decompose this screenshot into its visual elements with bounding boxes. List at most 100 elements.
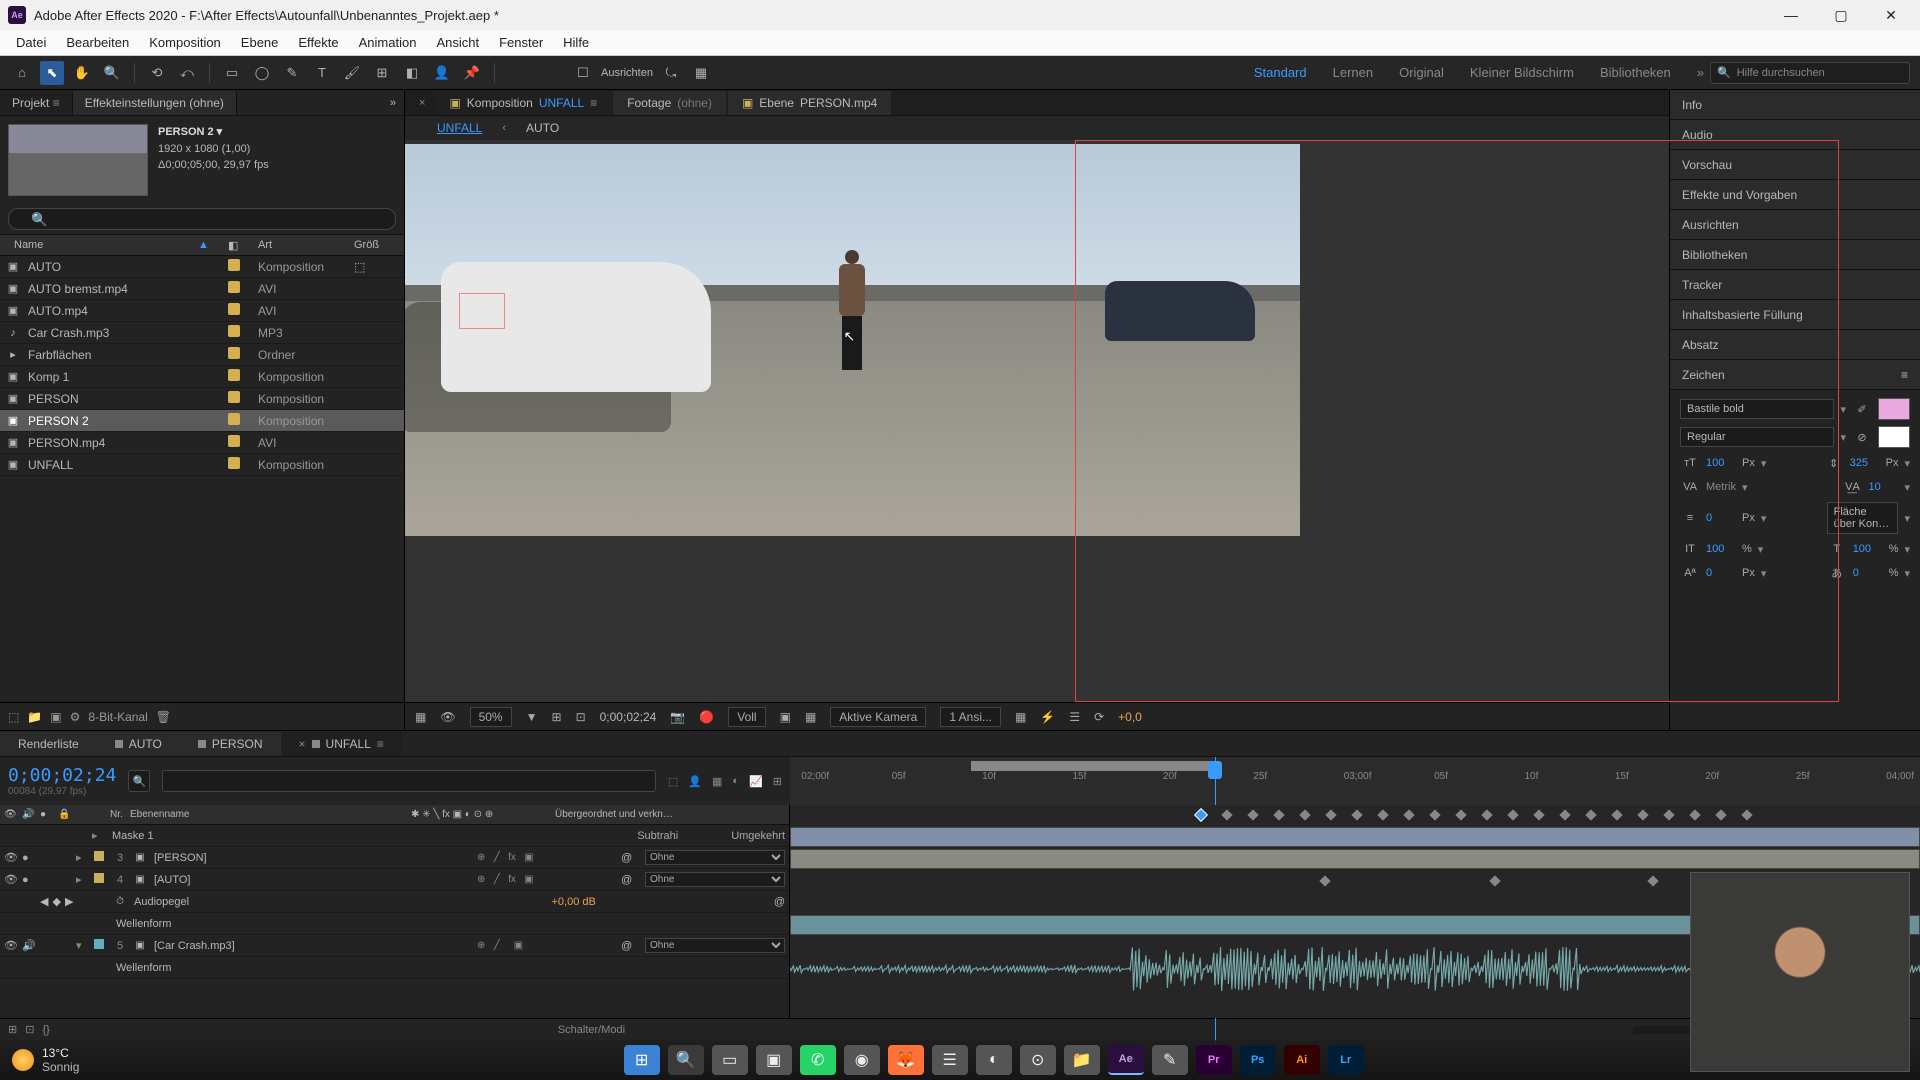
menu-file[interactable]: Datei (6, 31, 56, 54)
frame-blend-icon[interactable]: ▦ (712, 775, 722, 788)
snap-options-icon[interactable]: ⤿ (659, 61, 683, 85)
layer-row[interactable]: Wellenform (0, 913, 789, 935)
keyframe[interactable] (1319, 875, 1330, 886)
resolution-icon[interactable]: ▼ (526, 710, 538, 724)
taskbar-app[interactable]: ☰ (932, 1045, 968, 1075)
menu-animation[interactable]: Animation (349, 31, 427, 54)
timeline-search-input[interactable] (162, 770, 656, 792)
tsume-value[interactable]: 0 (1853, 567, 1883, 579)
timeline-tab[interactable]: × UNFALL ≡ (281, 732, 402, 756)
guides-icon[interactable]: ⊡ (576, 710, 586, 724)
menu-help[interactable]: Hilfe (553, 31, 599, 54)
project-item[interactable]: ▣ PERSON Komposition (0, 388, 404, 410)
project-item[interactable]: ▣ Komp 1 Komposition (0, 366, 404, 388)
parent-select[interactable]: Ohne (645, 872, 785, 887)
stroke-color-swatch[interactable] (1878, 426, 1910, 448)
grid-icon[interactable]: ⊞ (552, 710, 562, 724)
item-label-color[interactable] (228, 325, 258, 340)
keyframe[interactable] (1507, 809, 1518, 820)
current-time[interactable]: 0;00;02;24 (600, 710, 657, 724)
timeline-search-icon[interactable]: 🔍 (128, 770, 150, 792)
tab-project[interactable]: Projekt ≡ (0, 91, 73, 115)
minimize-button[interactable]: ― (1782, 6, 1800, 24)
fill-color-swatch[interactable] (1878, 398, 1910, 420)
mask-toggle-icon[interactable]: 👁 (440, 710, 455, 724)
property-value[interactable]: +0,00 dB (551, 896, 595, 908)
project-item[interactable]: ▸ Farbflächen Ordner (0, 344, 404, 366)
taskbar-app[interactable]: ▣ (756, 1045, 792, 1075)
keyframe[interactable] (1637, 809, 1648, 820)
project-settings-icon[interactable]: ⚙ (70, 710, 81, 724)
menu-view[interactable]: Ansicht (426, 31, 489, 54)
expand-arrow[interactable]: ▸ (76, 851, 90, 864)
workspace-smallscreen[interactable]: Kleiner Bildschirm (1470, 65, 1574, 80)
font-family-select[interactable]: Bastile bold (1680, 399, 1834, 419)
timeline-tab[interactable]: Renderliste (0, 732, 97, 756)
menu-window[interactable]: Fenster (489, 31, 553, 54)
workspace-overflow-icon[interactable]: » (1697, 65, 1704, 80)
keyframe[interactable] (1481, 809, 1492, 820)
help-search[interactable]: 🔍 Hilfe durchsuchen (1710, 62, 1910, 84)
panel-character[interactable]: Zeichen≡ (1670, 360, 1920, 390)
panel-preview[interactable]: Vorschau (1670, 150, 1920, 180)
font-size[interactable]: 100 (1706, 457, 1736, 469)
item-label-color[interactable] (228, 347, 258, 362)
keyframe[interactable] (1299, 809, 1310, 820)
item-label-color[interactable] (228, 391, 258, 406)
workspace-libraries[interactable]: Bibliotheken (1600, 65, 1671, 80)
parent-select[interactable]: Ohne (645, 850, 785, 865)
panel-paragraph[interactable]: Absatz (1670, 330, 1920, 360)
menu-layer[interactable]: Ebene (231, 31, 289, 54)
work-area-bar[interactable] (971, 761, 1220, 771)
taskbar-app[interactable]: Pr (1196, 1045, 1232, 1075)
audio-toggle[interactable]: ● (22, 874, 36, 886)
snapshot-icon[interactable]: 📷 (670, 710, 685, 724)
keyframe[interactable] (1533, 809, 1544, 820)
brush-tool[interactable]: 🖌 (340, 61, 364, 85)
snap-checkbox[interactable]: ☐ (571, 61, 595, 85)
workspace-learn[interactable]: Lernen (1333, 65, 1373, 80)
workspace-standard[interactable]: Standard (1254, 65, 1307, 80)
keyframe[interactable] (1689, 809, 1700, 820)
rect-tool[interactable]: ▭ (220, 61, 244, 85)
maximize-button[interactable]: ▢ (1832, 6, 1850, 24)
tracker-region[interactable] (459, 293, 505, 329)
kerning-value[interactable]: Metrik (1706, 481, 1736, 493)
layer-row[interactable]: 👁 ● ▸ 4 ▣ [AUTO] ⊕ ╱ fx ▣ @ Ohne (0, 869, 789, 891)
keyframe[interactable] (1489, 875, 1500, 886)
timeline-tab[interactable]: PERSON (180, 732, 281, 756)
switches-modes-label[interactable]: Schalter/Modi (558, 1024, 625, 1036)
font-style-select[interactable]: Regular (1680, 427, 1834, 447)
new-comp-icon[interactable]: ▣ (50, 710, 61, 724)
zoom-tool[interactable]: 🔍 (100, 61, 124, 85)
taskbar-app[interactable]: Ae (1108, 1045, 1144, 1075)
keyframe[interactable] (1195, 809, 1206, 820)
comp-mini-flowchart-icon[interactable]: ⬚ (668, 775, 678, 788)
keyframe[interactable] (1585, 809, 1596, 820)
layer-row[interactable]: ◀◆▶ ⏱ Audiopegel +0,00 dB @ (0, 891, 789, 913)
keyframe[interactable] (1221, 809, 1232, 820)
taskbar-app[interactable]: 🦊 (888, 1045, 924, 1075)
audio-toggle[interactable]: ● (22, 852, 36, 864)
panel-tracker[interactable]: Tracker (1670, 270, 1920, 300)
workspace-original[interactable]: Original (1399, 65, 1444, 80)
taskbar-app[interactable]: 📁 (1064, 1045, 1100, 1075)
alpha-toggle-icon[interactable]: ▦ (415, 710, 426, 724)
keyframe[interactable] (1273, 809, 1284, 820)
hand-tool[interactable]: ✋ (70, 61, 94, 85)
panel-collapse-icon[interactable]: » (382, 97, 404, 109)
subtab-auto[interactable]: AUTO (512, 118, 573, 138)
timeline-timecode[interactable]: 0;00;02;24 (8, 765, 116, 786)
roto-tool[interactable]: 👤 (430, 61, 454, 85)
stamp-tool[interactable]: ⊞ (370, 61, 394, 85)
next-keyframe-icon[interactable]: ▶ (65, 895, 73, 908)
item-label-color[interactable] (228, 303, 258, 318)
keyframe[interactable] (1377, 809, 1388, 820)
rotate-tool[interactable]: ⤺ (175, 61, 199, 85)
nofill-icon[interactable]: ⊘ (1852, 428, 1872, 446)
project-item[interactable]: ▣ AUTO bremst.mp4 AVI (0, 278, 404, 300)
bit-depth[interactable]: 8-Bit-Kanal (88, 710, 147, 724)
keyframe[interactable] (1403, 809, 1414, 820)
viewer-tab-layer[interactable]: ▣ Ebene PERSON.mp4 (728, 91, 891, 115)
project-item[interactable]: ♪ Car Crash.mp3 MP3 (0, 322, 404, 344)
